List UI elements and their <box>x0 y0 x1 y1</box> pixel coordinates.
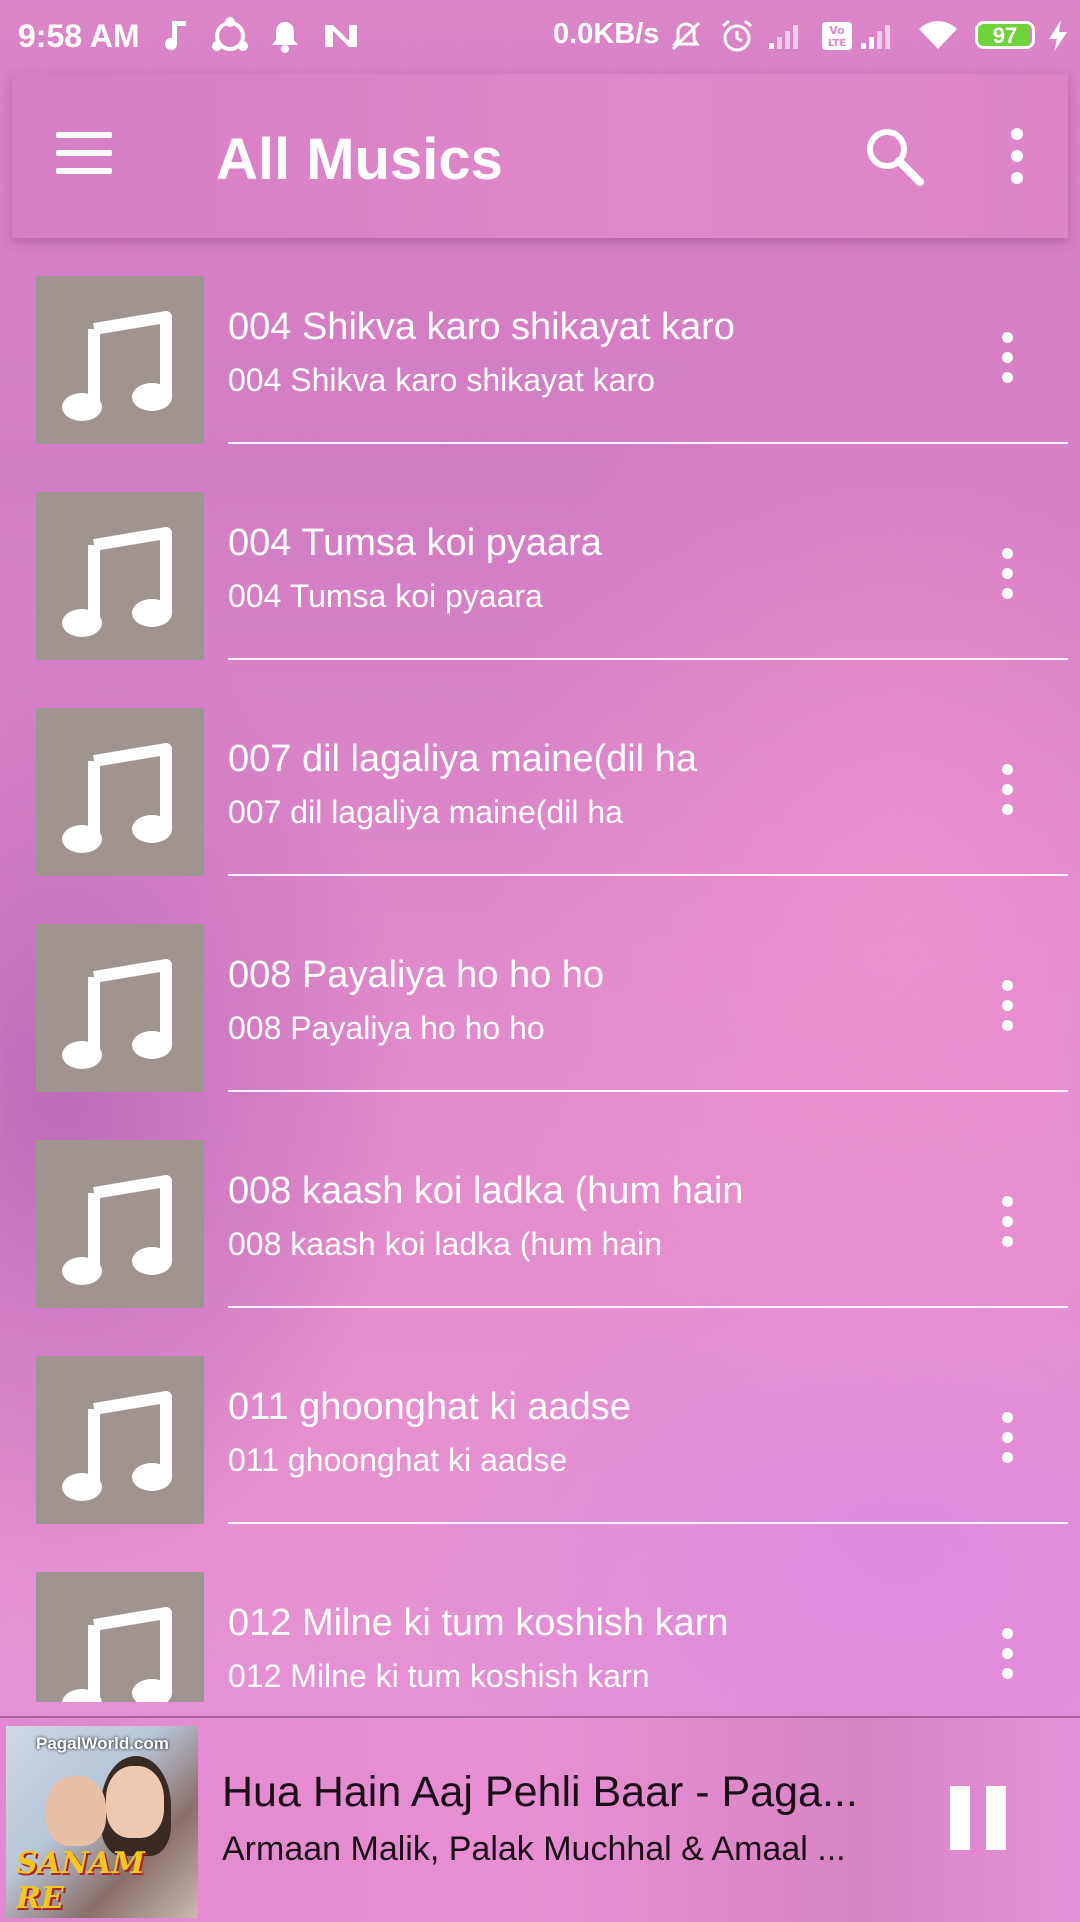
cover-art-figure <box>46 1776 106 1846</box>
song-subtitle: 004 Shikva karo shikayat karo <box>228 362 655 398</box>
bell-icon <box>268 14 302 58</box>
status-time: 9:58 AM <box>18 18 140 54</box>
divider <box>228 1522 1068 1524</box>
more-vert-icon[interactable] <box>996 1412 1020 1468</box>
hamburger-menu-icon[interactable] <box>56 124 116 184</box>
song-subtitle: 011 ghoonghat ki aadse <box>228 1442 568 1478</box>
list-item[interactable]: 004 Shikva karo shikayat karo 004 Shikva… <box>0 270 1080 486</box>
song-title: 008 Payaliya ho ho ho <box>228 954 605 996</box>
signal-icon <box>858 14 900 58</box>
song-subtitle: 004 Tumsa koi pyaara <box>228 578 543 614</box>
music-note-icon <box>36 1140 204 1308</box>
network-speed: 0.0KB/s <box>553 18 660 50</box>
svg-text:Vo: Vo <box>829 24 845 37</box>
more-vert-icon[interactable] <box>1005 128 1029 188</box>
more-vert-icon[interactable] <box>996 1628 1020 1684</box>
song-subtitle: 012 Milne ki tum koshish karn <box>228 1658 650 1694</box>
more-vert-icon[interactable] <box>996 332 1020 388</box>
more-vert-icon[interactable] <box>996 764 1020 820</box>
n-app-icon <box>322 14 360 58</box>
wifi-icon <box>916 14 960 58</box>
song-title: 008 kaash koi ladka (hum hain <box>228 1170 744 1212</box>
cover-logo: SANAM RE <box>16 1846 145 1916</box>
mute-icon <box>668 14 704 58</box>
search-icon[interactable] <box>862 124 926 188</box>
page-title: All Musics <box>216 127 503 192</box>
list-item[interactable]: 008 Payaliya ho ho ho 008 Payaliya ho ho… <box>0 918 1080 1134</box>
music-note-icon <box>36 1572 204 1702</box>
more-vert-icon[interactable] <box>996 1196 1020 1252</box>
list-item[interactable]: 011 ghoonghat ki aadse 011 ghoonghat ki … <box>0 1350 1080 1566</box>
music-note-icon <box>36 492 204 660</box>
song-subtitle: 008 Payaliya ho ho ho <box>228 1010 545 1046</box>
cover-art-figure <box>106 1766 164 1838</box>
now-playing-artist: Armaan Malik, Palak Muchhal & Amaal ... <box>222 1830 846 1868</box>
song-title: 011 ghoonghat ki aadse <box>228 1386 631 1428</box>
song-title: 004 Tumsa koi pyaara <box>228 522 602 564</box>
song-list[interactable]: 004 Shikva karo shikayat karo 004 Shikva… <box>0 270 1080 1702</box>
list-item[interactable]: 004 Tumsa koi pyaara 004 Tumsa koi pyaar… <box>0 486 1080 702</box>
list-item[interactable]: 007 dil lagaliya maine(dil ha 007 dil la… <box>0 702 1080 918</box>
app-bar: All Musics <box>12 74 1068 238</box>
pause-button[interactable] <box>950 1786 1006 1850</box>
battery-icon: 97 <box>975 21 1035 49</box>
list-item[interactable]: 012 Milne ki tum koshish karn 012 Milne … <box>0 1566 1080 1702</box>
music-note-icon <box>162 14 192 58</box>
music-note-icon <box>36 924 204 1092</box>
svg-text:LTE: LTE <box>828 38 847 49</box>
signal-icon <box>766 14 808 58</box>
divider <box>228 658 1068 660</box>
now-playing-title: Hua Hain Aaj Pehli Baar - Paga... <box>222 1768 858 1816</box>
song-title: 012 Milne ki tum koshish karn <box>228 1602 729 1644</box>
battery-level: 97 <box>992 23 1018 48</box>
album-cover: PagalWorld.com SANAM RE <box>6 1726 198 1918</box>
divider <box>228 442 1068 444</box>
more-vert-icon[interactable] <box>996 980 1020 1036</box>
divider <box>228 1306 1068 1308</box>
volte-icon: Vo LTE <box>820 14 854 58</box>
divider <box>228 874 1068 876</box>
alarm-icon <box>718 14 756 58</box>
music-note-icon <box>36 1356 204 1524</box>
share-hub-icon <box>208 14 252 58</box>
song-title: 007 dil lagaliya maine(dil ha <box>228 738 697 780</box>
list-item[interactable]: 008 kaash koi ladka (hum hain 008 kaash … <box>0 1134 1080 1350</box>
song-subtitle: 008 kaash koi ladka (hum hain <box>228 1226 663 1262</box>
now-playing-bar[interactable]: PagalWorld.com SANAM RE Hua Hain Aaj Peh… <box>0 1716 1080 1922</box>
cover-site-text: PagalWorld.com <box>36 1734 169 1753</box>
music-note-icon <box>36 276 204 444</box>
music-note-icon <box>36 708 204 876</box>
divider <box>228 1090 1068 1092</box>
charging-icon <box>1045 14 1071 58</box>
song-title: 004 Shikva karo shikayat karo <box>228 306 735 348</box>
song-subtitle: 007 dil lagaliya maine(dil ha <box>228 794 623 830</box>
status-bar: 9:58 AM 0.0KB/s Vo LTE 97 <box>0 0 1080 72</box>
more-vert-icon[interactable] <box>996 548 1020 604</box>
